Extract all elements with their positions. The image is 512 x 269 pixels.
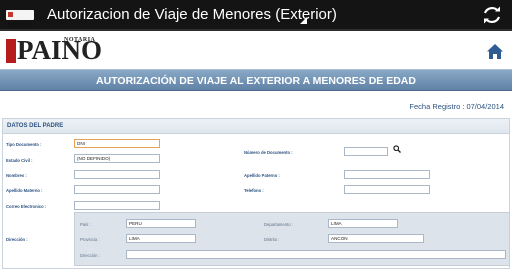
fecha-label: Fecha Registro : <box>409 102 465 111</box>
pais-select[interactable]: PERU <box>126 219 196 228</box>
direccion-group-label: Dirección : <box>6 237 28 242</box>
departamento-select[interactable]: LIMA <box>328 219 398 228</box>
provincia-label: Provincia : <box>80 237 100 242</box>
pais-label: País : <box>80 222 91 227</box>
apellido-paterno-label: Apellido Paterno : <box>244 173 280 178</box>
app-logo-text: PAINO <box>8 21 31 29</box>
distrito-select[interactable]: ANCON <box>328 234 424 243</box>
section-header: DATOS DEL PADRE <box>3 119 509 134</box>
telefono-label: Telefono : <box>244 188 264 193</box>
title-banner: AUTORIZACIÓN DE VIAJE AL EXTERIOR A MENO… <box>0 69 512 91</box>
home-button[interactable] <box>486 43 504 60</box>
section-title: DATOS DEL PADRE <box>7 123 64 129</box>
estado-civil-select[interactable]: (NO DEFINIDO) <box>74 154 160 163</box>
notaria-logo: NOTARIA PAINO <box>6 35 106 65</box>
nombres-input[interactable] <box>74 170 160 179</box>
direccion-input[interactable] <box>126 250 506 259</box>
action-bar: PAINO Autorizacion de Viaje de Menores (… <box>0 0 512 31</box>
direccion-label: Dirección : <box>80 253 100 258</box>
apellido-materno-input[interactable] <box>74 185 160 194</box>
distrito-label: Distrito : <box>264 237 280 242</box>
overflow-corner-icon <box>300 17 307 24</box>
numero-documento-input[interactable] <box>344 147 388 156</box>
fecha-value: 07/04/2014 <box>466 102 504 111</box>
nombres-label: Nombres : <box>6 173 27 178</box>
logo-word: PAINO <box>17 35 102 65</box>
refresh-button[interactable] <box>478 2 506 28</box>
app-logo: PAINO <box>6 10 34 29</box>
telefono-input[interactable] <box>344 185 430 194</box>
estado-civil-label: Estado Civil : <box>6 158 33 163</box>
refresh-icon <box>483 6 501 24</box>
search-icon[interactable] <box>393 145 401 153</box>
correo-input[interactable] <box>74 201 160 210</box>
apellido-paterno-input[interactable] <box>344 170 430 179</box>
page-title: AUTORIZACIÓN DE VIAJE AL EXTERIOR A MENO… <box>96 75 416 87</box>
fecha-registro: Fecha Registro :07/04/2014 <box>409 102 504 111</box>
provincia-select[interactable]: LIMA <box>126 234 196 243</box>
tipo-documento-select[interactable]: DNI <box>74 139 160 148</box>
tipo-documento-label: Tipo Documento : <box>6 142 42 147</box>
correo-label: Correo Electronico : <box>6 204 47 209</box>
departamento-label: Departamento : <box>264 222 293 227</box>
home-icon <box>487 44 503 59</box>
numero-documento-label: Número de Documento : <box>244 150 293 155</box>
apellido-materno-label: Apellido Materno : <box>6 188 43 193</box>
logo-crest <box>6 39 16 63</box>
window-title: Autorizacion de Viaje de Menores (Exteri… <box>47 6 337 23</box>
